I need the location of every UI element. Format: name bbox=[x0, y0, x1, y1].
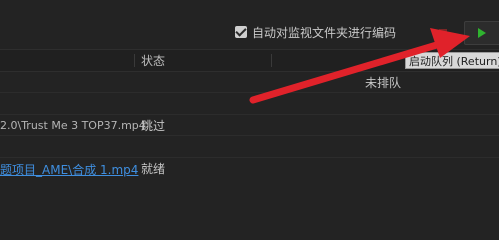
column-divider[interactable] bbox=[271, 54, 272, 67]
status-column-header[interactable]: 状态 bbox=[141, 52, 165, 69]
queue-status: 未排队 bbox=[365, 76, 402, 90]
queue-status: 就绪 bbox=[141, 162, 166, 176]
start-queue-button[interactable] bbox=[464, 21, 499, 45]
auto-encode-label: 自动对监视文件夹进行编码 bbox=[252, 25, 397, 40]
source-path[interactable]: 2.0\Trust Me 3 TOP37.mp4 bbox=[0, 119, 146, 132]
auto-encode-checkbox[interactable] bbox=[235, 26, 247, 38]
stop-square-icon bbox=[439, 28, 447, 38]
queue-row[interactable]: 题项目_AME\合成 1.mp4 就绪 bbox=[0, 157, 499, 179]
stop-queue-button[interactable] bbox=[430, 25, 456, 41]
output-path-link[interactable]: 题项目_AME\合成 1.mp4 bbox=[0, 161, 138, 178]
queue-row[interactable]: 未排队 bbox=[0, 71, 499, 93]
queue-row[interactable] bbox=[0, 93, 499, 115]
auto-encode-toggle[interactable]: 自动对监视文件夹进行编码 bbox=[235, 24, 396, 40]
play-triangle-icon bbox=[478, 28, 486, 38]
queue-row[interactable]: 2.0\Trust Me 3 TOP37.mp4 跳过 bbox=[0, 114, 499, 136]
queue-toolbar: 自动对监视文件夹进行编码 bbox=[0, 0, 499, 50]
queue-status: 跳过 bbox=[141, 119, 166, 133]
column-divider[interactable] bbox=[134, 54, 135, 67]
start-queue-tooltip: 启动队列 (Return) bbox=[405, 52, 499, 69]
queue-row[interactable] bbox=[0, 136, 499, 158]
